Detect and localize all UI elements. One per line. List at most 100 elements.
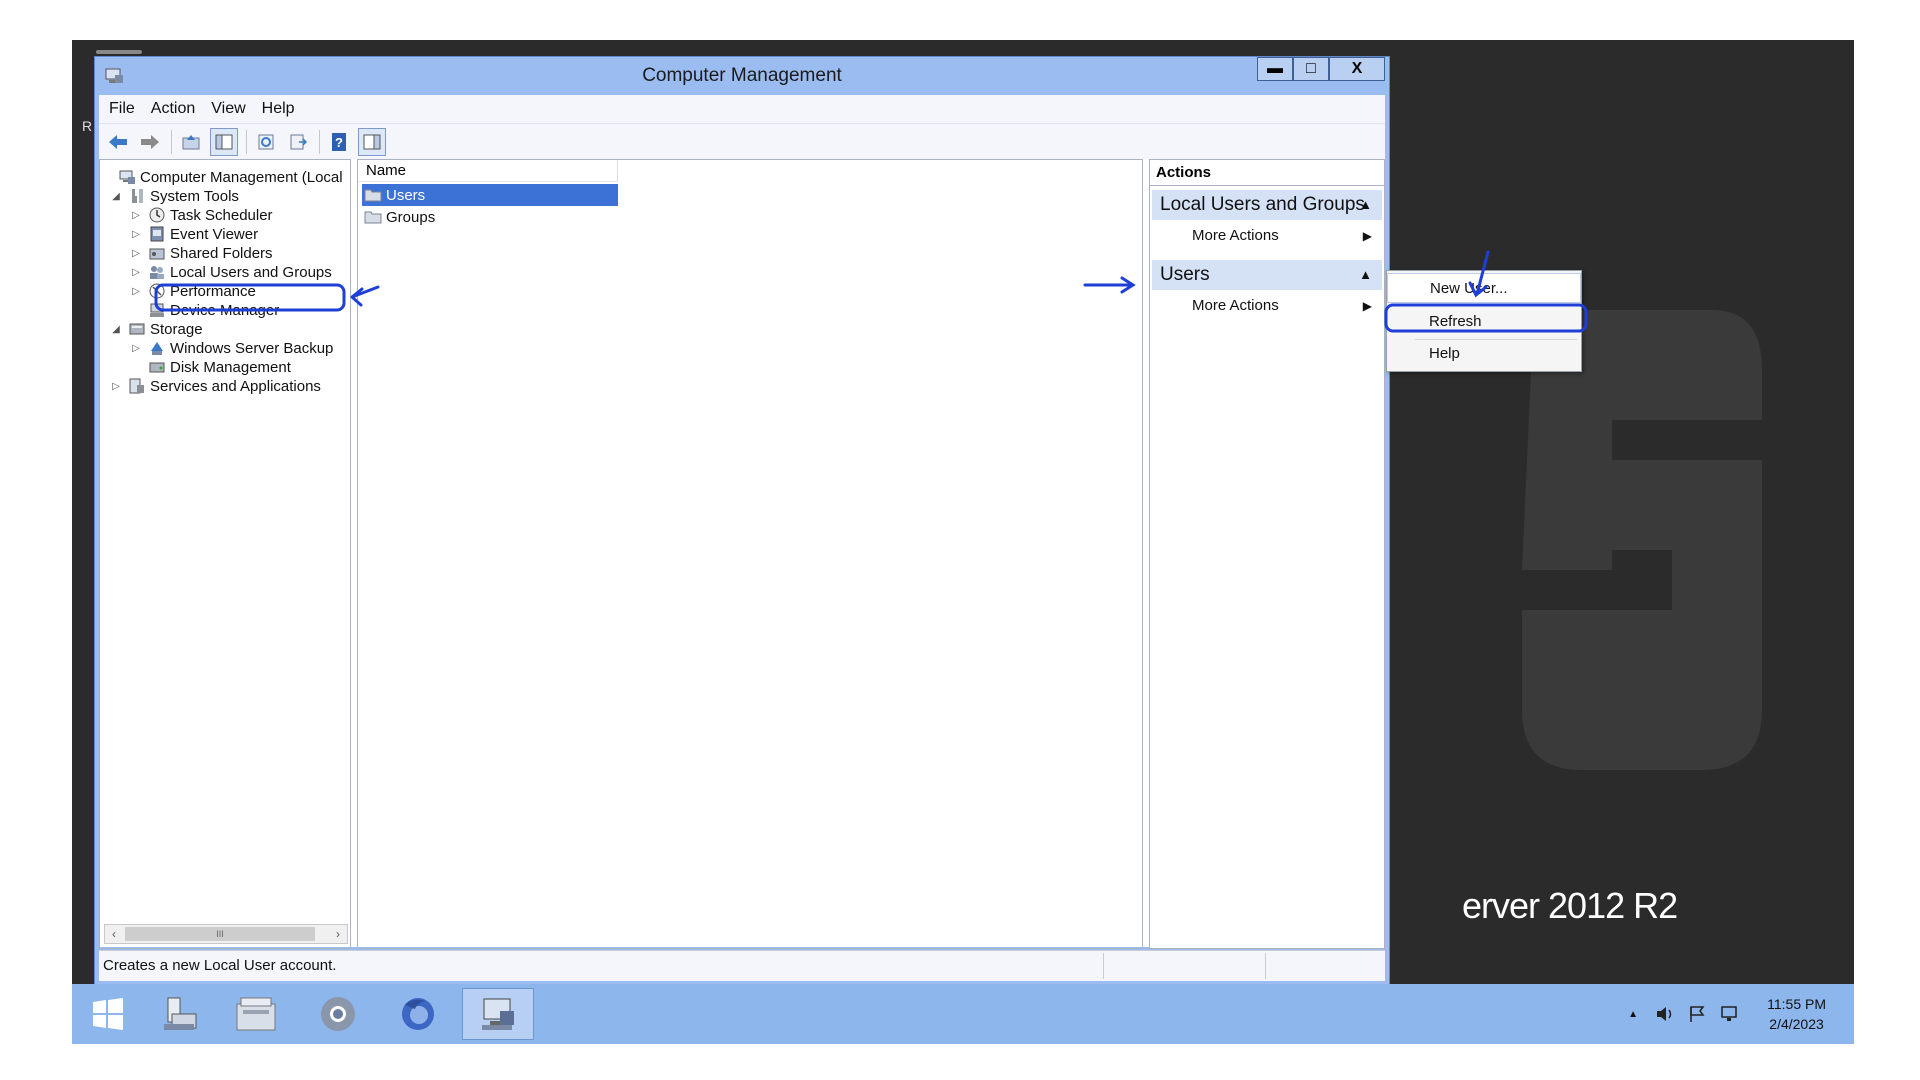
column-header-name[interactable]: Name bbox=[358, 160, 618, 182]
forward-button[interactable] bbox=[137, 129, 163, 155]
maximize-button[interactable]: □ bbox=[1293, 57, 1329, 81]
taskbar-server-manager[interactable] bbox=[144, 988, 216, 1040]
tree-item-label: Services and Applications bbox=[150, 377, 321, 395]
network-icon[interactable] bbox=[1717, 1004, 1741, 1024]
menu-view[interactable]: View bbox=[211, 100, 245, 118]
computer-management-icon bbox=[119, 170, 135, 184]
collapse-caret-icon[interactable]: ▲ bbox=[1359, 260, 1372, 290]
device-manager-icon bbox=[150, 303, 164, 317]
title-bar[interactable]: Computer Management ▬ □ X bbox=[95, 57, 1389, 95]
export-list-button[interactable] bbox=[285, 129, 311, 155]
taskbar-firefox[interactable] bbox=[382, 988, 454, 1040]
show-hide-tree-button[interactable] bbox=[210, 128, 238, 156]
menu-file[interactable]: File bbox=[109, 100, 135, 118]
actions-pane: Actions Local Users and Groups ▲ More Ac… bbox=[1149, 159, 1385, 949]
horizontal-scrollbar[interactable]: ‹ III › bbox=[104, 924, 348, 944]
tree-item-services-applications[interactable]: ▷ Services and Applications bbox=[110, 375, 321, 397]
collapse-caret-icon[interactable]: ▲ bbox=[1359, 190, 1372, 220]
list-item-users[interactable]: Users bbox=[362, 184, 618, 206]
results-list-pane: Name Users Groups bbox=[357, 159, 1143, 949]
collapse-icon[interactable]: ◢ bbox=[110, 324, 122, 335]
collapse-icon[interactable]: ◢ bbox=[110, 191, 122, 202]
submenu-arrow-icon: ▶ bbox=[1362, 299, 1372, 313]
context-menu-refresh[interactable]: Refresh bbox=[1387, 307, 1581, 337]
clock-icon bbox=[149, 207, 165, 223]
scroll-left-icon[interactable]: ‹ bbox=[105, 925, 123, 943]
toolbar-separator bbox=[171, 130, 172, 154]
taskbar-chrome[interactable] bbox=[302, 988, 374, 1040]
start-button[interactable] bbox=[72, 988, 144, 1040]
folder-up-icon bbox=[182, 135, 200, 150]
status-divider bbox=[1265, 953, 1266, 979]
menu-bar: File Action View Help bbox=[99, 95, 1385, 123]
help-icon: ? bbox=[332, 133, 346, 151]
section-label: Users bbox=[1160, 264, 1210, 285]
actions-section-local-users-groups[interactable]: Local Users and Groups ▲ bbox=[1152, 190, 1382, 220]
close-button[interactable]: X bbox=[1329, 57, 1385, 81]
refresh-button[interactable] bbox=[253, 129, 279, 155]
computer-management-icon bbox=[482, 998, 514, 1030]
expand-icon[interactable]: ▷ bbox=[130, 248, 142, 259]
scroll-thumb[interactable]: III bbox=[125, 927, 315, 941]
scroll-right-icon[interactable]: › bbox=[329, 925, 347, 943]
clock[interactable]: 11:55 PM 2/4/2023 bbox=[1767, 994, 1826, 1034]
minimize-button[interactable]: ▬ bbox=[1257, 57, 1293, 81]
menu-action[interactable]: Action bbox=[151, 100, 195, 118]
list-item-groups[interactable]: Groups bbox=[362, 206, 618, 228]
expand-icon[interactable]: ▷ bbox=[130, 210, 142, 221]
volume-icon[interactable] bbox=[1653, 1004, 1677, 1024]
console-tree-icon bbox=[215, 134, 233, 150]
show-hide-action-pane-button[interactable] bbox=[358, 128, 386, 156]
tools-icon bbox=[132, 189, 143, 203]
console-tree-pane: Computer Management (Local ◢ System Tool… bbox=[99, 159, 351, 949]
back-button[interactable] bbox=[105, 129, 131, 155]
more-actions-users[interactable]: More Actions ▶ bbox=[1152, 292, 1382, 320]
expand-icon[interactable]: ▷ bbox=[130, 267, 142, 278]
expand-icon[interactable]: ▷ bbox=[130, 229, 142, 240]
backup-icon bbox=[151, 342, 163, 355]
tree-item-label: Event Viewer bbox=[170, 225, 259, 243]
expand-icon[interactable]: ▷ bbox=[110, 381, 122, 392]
windows-logo-icon bbox=[93, 998, 123, 1030]
file-explorer-icon bbox=[236, 997, 276, 1031]
browser-icon bbox=[321, 997, 355, 1031]
up-level-button[interactable] bbox=[178, 129, 204, 155]
users-group-icon bbox=[150, 266, 164, 279]
tree-item-label: System Tools bbox=[150, 187, 239, 205]
action-label: More Actions bbox=[1192, 227, 1279, 244]
desktop-stub bbox=[96, 50, 142, 54]
context-menu-help[interactable]: Help bbox=[1387, 339, 1581, 369]
tree-item-label: Task Scheduler bbox=[170, 206, 273, 224]
server-manager-icon bbox=[164, 997, 197, 1030]
actions-section-users[interactable]: Users ▲ bbox=[1152, 260, 1382, 290]
desktop: R erver 2012 R2 Computer Management ▬ □ … bbox=[72, 40, 1854, 1044]
list-item-label: Groups bbox=[386, 208, 436, 226]
action-center-flag-icon[interactable] bbox=[1685, 1004, 1709, 1024]
show-hidden-icons-arrow-icon[interactable]: ▲ bbox=[1621, 1004, 1645, 1024]
forward-arrow-icon bbox=[141, 135, 159, 149]
tree-item-label: Disk Management bbox=[170, 358, 291, 376]
context-menu-new-user[interactable]: New User... bbox=[1387, 273, 1581, 303]
help-button[interactable]: ? bbox=[326, 129, 352, 155]
desktop-edge-letter: R bbox=[82, 118, 93, 134]
expand-icon[interactable]: ▷ bbox=[130, 286, 142, 297]
context-menu-separator bbox=[1415, 305, 1577, 306]
services-icon bbox=[129, 378, 144, 394]
actions-header: Actions bbox=[1150, 160, 1384, 186]
disk-icon bbox=[149, 362, 165, 373]
submenu-arrow-icon: ▶ bbox=[1362, 229, 1372, 243]
main-content: Computer Management (Local ◢ System Tool… bbox=[99, 159, 1385, 949]
os-brand-text: erver 2012 R2 bbox=[1462, 885, 1678, 926]
taskbar-computer-management[interactable] bbox=[462, 988, 534, 1040]
shared-folder-icon bbox=[149, 248, 165, 260]
menu-help[interactable]: Help bbox=[262, 100, 295, 118]
expand-icon[interactable]: ▷ bbox=[130, 343, 142, 354]
minimize-icon: ▬ bbox=[1267, 60, 1283, 77]
event-viewer-icon bbox=[150, 226, 164, 242]
users-more-actions-context-menu: New User... Refresh Help bbox=[1386, 270, 1582, 372]
status-text: Creates a new Local User account. bbox=[103, 957, 337, 974]
more-actions-local-users-groups[interactable]: More Actions ▶ bbox=[1152, 222, 1382, 250]
taskbar-file-explorer[interactable] bbox=[220, 988, 292, 1040]
back-arrow-icon bbox=[109, 135, 127, 149]
tree-item-label: Local Users and Groups bbox=[170, 263, 332, 281]
